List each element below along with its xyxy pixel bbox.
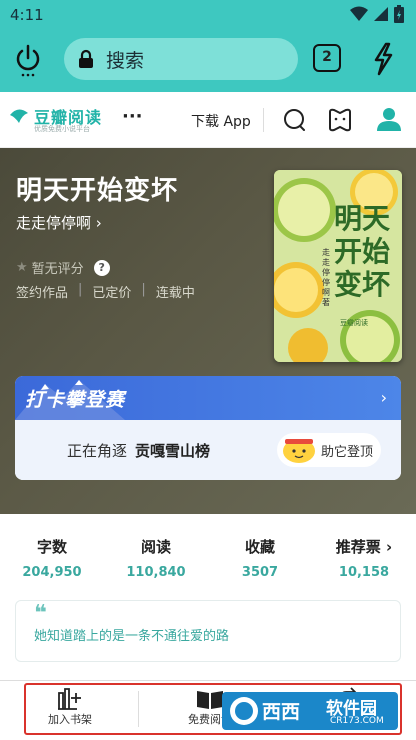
browser-toolbar: 搜索 2 <box>0 30 416 92</box>
more-menu-button[interactable]: ··· <box>122 106 143 127</box>
book-tags: 签约作品 | 已定价 | 连载中 <box>16 282 195 301</box>
cover-author: 走走停停啊 著 <box>322 248 330 307</box>
book-author-link[interactable]: 走走停停啊 › <box>16 212 102 233</box>
status-icons <box>350 5 404 23</box>
cover-title: 明天开始变坏 <box>333 202 390 301</box>
stat-item: 收藏 3507 <box>208 536 312 580</box>
stat-value: 204,950 <box>22 565 82 580</box>
tab-count-button[interactable]: 2 <box>313 44 341 72</box>
book-tag: 签约作品 <box>16 286 69 301</box>
cover-brand: 豆瓣阅读 <box>340 319 368 327</box>
checkin-rank-name: 贡嘎雪山榜 <box>135 442 211 460</box>
tag-divider: | <box>78 282 83 297</box>
power-icon[interactable] <box>14 44 42 78</box>
stat-label: 推荐票 › <box>335 538 393 556</box>
svg-text:西西: 西西 <box>262 701 300 723</box>
chevron-right-icon: › <box>380 388 387 407</box>
lightning-icon[interactable] <box>370 42 396 76</box>
star-icon: ★ <box>16 260 28 275</box>
quote-text: 她知道踏上的是一条不通往爱的路 <box>34 629 230 644</box>
status-time: 4:11 <box>10 6 44 24</box>
checkin-prefix: 正在角逐 <box>67 442 128 460</box>
stat-label: 字数 <box>36 538 67 556</box>
stat-value: 110,840 <box>126 565 186 580</box>
stat-value: 10,158 <box>338 565 390 580</box>
checkin-body: 正在角逐 贡嘎雪山榜 助它登顶 <box>15 420 401 480</box>
search-placeholder: 搜索 <box>106 49 145 72</box>
book-rating: ★ 暂无评分 ? <box>16 258 110 277</box>
stat-item: 阅读 110,840 <box>104 536 208 580</box>
stat-item: 字数 204,950 <box>0 536 104 580</box>
checkin-contest-card[interactable]: 打卡攀登赛 › 正在角逐 贡嘎雪山榜 助它登顶 <box>15 376 401 480</box>
watermark-logo: 西西 软件园 CR173.COM <box>222 692 398 730</box>
quote-mark-icon: ❝ <box>34 601 47 626</box>
signal-icon <box>374 7 388 21</box>
tag-divider: | <box>141 282 146 297</box>
wifi-icon <box>350 6 368 21</box>
download-app-link[interactable]: 下载 App <box>191 111 251 131</box>
lock-icon <box>79 49 93 68</box>
search-input[interactable]: 搜索 <box>64 38 298 80</box>
battery-icon <box>394 5 404 23</box>
status-bar: 4:11 <box>0 0 416 30</box>
site-logo[interactable]: 豆瓣阅读 优质免费小说平台 <box>8 104 102 133</box>
boost-button-label: 助它登顶 <box>321 444 374 460</box>
stat-label: 阅读 <box>140 538 171 556</box>
stat-value: 3507 <box>241 565 279 580</box>
header-divider <box>263 108 264 132</box>
mascot-icon <box>283 439 315 463</box>
rating-text: 暂无评分 <box>31 262 84 277</box>
checkin-banner[interactable]: 打卡攀登赛 › <box>15 376 401 420</box>
rating-help-icon[interactable]: ? <box>93 259 110 276</box>
book-quote: ❝ 她知道踏上的是一条不通往爱的路 <box>15 600 401 662</box>
book-cover[interactable]: 明天开始变坏 走走停停啊 著 豆瓣阅读 <box>274 170 402 362</box>
search-icon[interactable] <box>283 108 307 132</box>
book-stats: 字数 204,950 阅读 110,840 收藏 3507 推荐票 › 10,1… <box>0 536 416 580</box>
boost-button[interactable]: 助它登顶 <box>277 433 381 467</box>
stat-label: 收藏 <box>244 538 275 556</box>
recommend-ticket-stat[interactable]: 推荐票 › 10,158 <box>312 536 416 580</box>
bookshelf-icon[interactable] <box>327 107 353 133</box>
book-tag: 连载中 <box>155 286 195 301</box>
watermark-domain: CR173.COM <box>330 716 384 726</box>
book-tag: 已定价 <box>92 286 132 301</box>
book-title: 明天开始变坏 <box>16 176 179 206</box>
douban-logo-icon <box>10 109 28 123</box>
logo-subtitle: 优质免费小说平台 <box>34 125 90 133</box>
checkin-banner-title: 打卡攀登赛 <box>25 389 126 411</box>
site-header: 豆瓣阅读 优质免费小说平台 ··· 下载 App <box>0 92 416 148</box>
book-hero: 明天开始变坏 走走停停啊 › ★ 暂无评分 ? 签约作品 | 已定价 | 连载中… <box>0 148 416 514</box>
user-avatar-icon[interactable] <box>376 106 402 132</box>
